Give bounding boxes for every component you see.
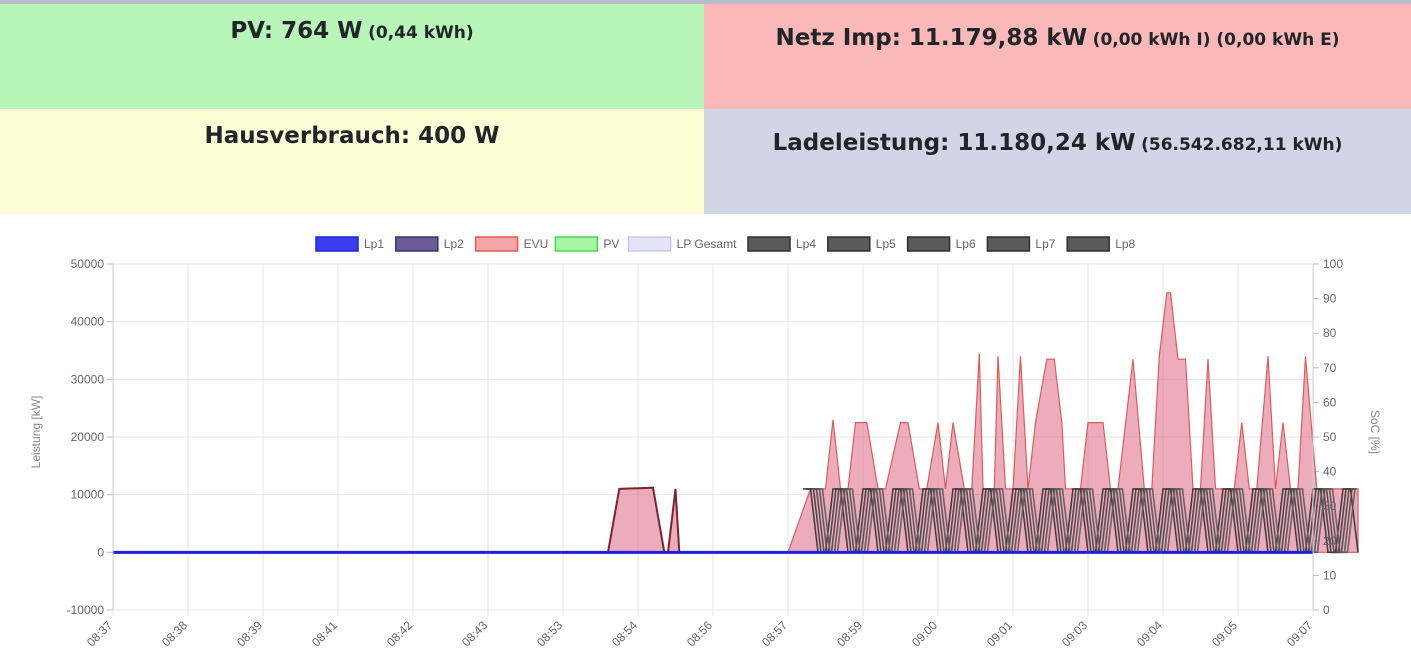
- y2-tick-label: 40: [1323, 465, 1337, 479]
- legend-label: PV: [603, 237, 619, 251]
- legend-swatch: [474, 236, 519, 252]
- y2-axis-label: SoC [%]: [1368, 410, 1382, 454]
- charging-energy: (56.542.682,11 kWh): [1141, 135, 1343, 155]
- y-tick-label: 10000: [71, 488, 105, 502]
- legend-swatch: [315, 236, 359, 252]
- y2-tick-label: 70: [1323, 361, 1337, 375]
- lp2-line: [113, 486, 788, 554]
- y-tick-label: 0: [97, 545, 104, 559]
- y-tick-label: 20000: [71, 430, 105, 444]
- pv-tile: PV: 764 W (0,44 kWh): [0, 4, 704, 109]
- legend-label: Lp1: [364, 237, 384, 251]
- x-tick-label: 08:54: [609, 618, 640, 649]
- grid-import-energy: (0,00 kWh I) (0,00 kWh E): [1092, 30, 1340, 50]
- chart-axes: 50000400003000020000100000-1000010090807…: [67, 257, 1344, 649]
- charging-power-tile: Ladeleistung: 11.180,24 kW (56.542.682,1…: [704, 109, 1411, 214]
- chart-legend: Lp1 Lp2 EVU PV LP Gesamt Lp4 Lp5 Lp6 Lp7 Lp8: [315, 236, 1136, 252]
- legend-label: Lp8: [1115, 237, 1135, 251]
- power-chart: Lp1 Lp2 EVU PV LP Gesamt Lp4 Lp5 Lp6 Lp7 Lp8 5000…: [29, 236, 1382, 649]
- x-tick-label: 09:03: [1059, 618, 1090, 649]
- x-tick-label: 09:04: [1134, 618, 1165, 649]
- legend-label: Lp6: [956, 237, 976, 251]
- y-axis-label: Leistung [kW]: [29, 396, 43, 469]
- grid-import-tile: Netz Imp: 11.179,88 kW (0,00 kWh I) (0,0…: [704, 4, 1411, 109]
- charging-power: Ladeleistung: 11.180,24 kW: [772, 130, 1136, 156]
- legend-label: Lp4: [796, 237, 816, 251]
- x-tick-label: 08:42: [384, 618, 415, 649]
- house-consumption: Hausverbrauch: 400 W: [204, 123, 500, 149]
- legend-swatch: [554, 236, 599, 252]
- x-tick-label: 09:00: [909, 618, 940, 649]
- x-tick-label: 08:59: [834, 618, 865, 649]
- legend-label: Lp5: [876, 237, 896, 251]
- y-tick-label: 50000: [71, 257, 105, 271]
- chart-series: [112, 292, 1359, 554]
- y2-tick-label: 50: [1323, 430, 1337, 444]
- legend-swatch: [827, 236, 871, 252]
- x-tick-label: 08:41: [309, 618, 340, 649]
- grid-import-power: Netz Imp: 11.179,88 kW: [775, 25, 1088, 51]
- pv-energy: (0,44 kWh): [368, 23, 474, 43]
- house-consumption-tile: Hausverbrauch: 400 W: [0, 109, 704, 214]
- x-tick-label: 09:05: [1209, 618, 1240, 649]
- y2-tick-label: 100: [1323, 257, 1343, 271]
- legend-swatch: [627, 236, 672, 252]
- y-tick-label: 30000: [71, 372, 105, 386]
- x-tick-label: 09:01: [984, 618, 1015, 649]
- pv-power: PV: 764 W: [230, 18, 363, 44]
- legend-swatch: [747, 236, 791, 252]
- y2-tick-label: 80: [1323, 326, 1337, 340]
- legend-label: Lp7: [1035, 237, 1055, 251]
- x-tick-label: 08:56: [684, 618, 715, 649]
- legend-swatch: [986, 236, 1031, 252]
- y2-tick-label: 30: [1323, 499, 1337, 513]
- x-tick-label: 08:57: [759, 618, 790, 649]
- x-tick-label: 09:07: [1284, 618, 1315, 649]
- y2-tick-label: 10: [1323, 568, 1337, 582]
- y2-tick-label: 90: [1323, 292, 1337, 306]
- legend-swatch: [906, 236, 951, 252]
- x-tick-label: 08:39: [234, 618, 265, 649]
- y2-tick-label: 20: [1323, 534, 1337, 548]
- y2-tick-label: 0: [1323, 603, 1330, 617]
- x-tick-label: 08:38: [159, 618, 190, 649]
- x-tick-label: 08:37: [84, 618, 115, 649]
- y-tick-label: 40000: [71, 315, 105, 329]
- x-tick-label: 08:53: [534, 618, 565, 649]
- legend-swatch: [1066, 236, 1110, 252]
- legend-label: Lp2: [444, 237, 464, 251]
- evu-area: [112, 292, 1359, 553]
- y2-tick-label: 60: [1323, 395, 1337, 409]
- legend-label: EVU: [524, 237, 549, 251]
- y-tick-label: -10000: [67, 603, 105, 617]
- legend-label: LP Gesamt: [677, 237, 737, 251]
- x-tick-label: 08:43: [459, 618, 490, 649]
- legend-swatch: [395, 236, 439, 252]
